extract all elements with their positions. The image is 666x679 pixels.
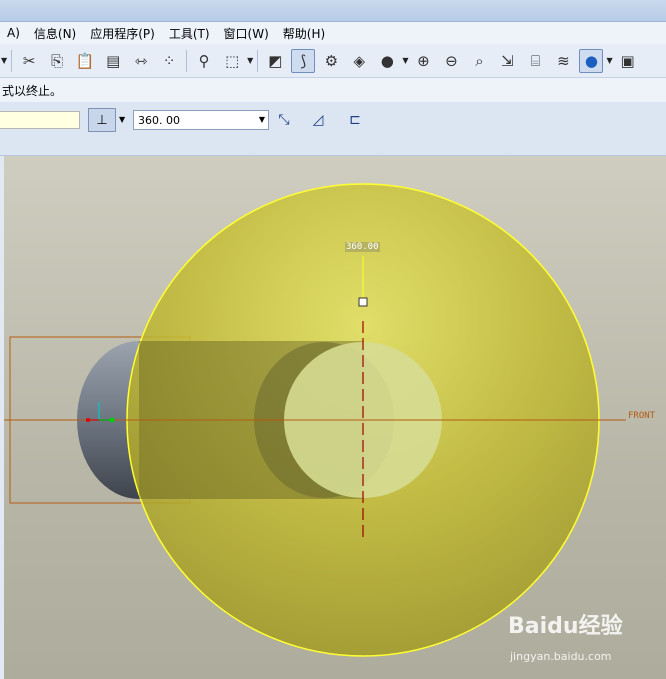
toolbar-separator — [11, 49, 13, 72]
menu-item-analysis[interactable]: A) — [0, 26, 27, 40]
surface-icon[interactable]: ◿ — [308, 110, 328, 130]
layer-icon[interactable]: ≋ — [551, 49, 575, 73]
shade-icon[interactable]: ● — [375, 49, 399, 73]
pattern-icon[interactable]: ⁘ — [157, 49, 181, 73]
copy-icon[interactable]: ⎘ — [45, 49, 69, 73]
menu-item-applications[interactable]: 应用程序(P) — [83, 25, 162, 42]
axis-collector-field[interactable] — [0, 111, 80, 129]
revolve-dashboard: ⊥ ▼ 360. 00 ▼ ⤡ ◿ ⊏ — [0, 102, 666, 156]
flip-direction-icon[interactable]: ⤡ — [274, 110, 294, 130]
menu-item-tools[interactable]: 工具(T) — [162, 25, 217, 42]
angle-input[interactable]: 360. 00 ▼ — [133, 110, 269, 130]
sketch-icon[interactable]: ⊏ — [345, 110, 365, 130]
paste-special-icon[interactable]: ▤ — [101, 49, 125, 73]
select-box-icon[interactable]: ⬚ — [220, 49, 244, 73]
annotation-icon[interactable]: ⌸ — [523, 49, 547, 73]
csys-x-dot — [86, 418, 90, 422]
datum-display-icon[interactable]: ◩ — [263, 49, 287, 73]
message-area: 式以终止。 — [0, 78, 666, 102]
main-toolbar: ▼ ✂ ⎘ 📋 ▤ ⇿ ⁘ ⚲ ⬚ ▼ ◩ ⟆ ⚙ ◈ ● ▼ ⊕ ⊖ ⌕ ⇲ … — [0, 44, 666, 78]
display-style-icon[interactable]: ● — [579, 48, 604, 73]
title-bar — [0, 0, 666, 22]
watermark-url: jingyan.baidu.com — [510, 650, 612, 663]
graphics-viewport[interactable]: FRONT 360.00 — [0, 156, 666, 679]
find-icon[interactable]: ⚲ — [192, 49, 216, 73]
toolbar-separator — [186, 49, 188, 72]
toolbar-separator — [257, 49, 259, 72]
paste-icon[interactable]: 📋 — [73, 49, 97, 73]
front-datum-label: FRONT — [628, 411, 656, 421]
message-text: 式以终止。 — [2, 83, 63, 98]
mirror-icon[interactable]: ⇿ — [129, 49, 153, 73]
dropdown-arrow-icon[interactable]: ▼ — [259, 115, 265, 124]
baidu-watermark: Baidu经验 jingyan.baidu.com — [508, 608, 658, 668]
zoom-out-icon[interactable]: ⊖ — [439, 49, 463, 73]
appearance-icon[interactable]: ◈ — [347, 49, 371, 73]
dropdown-arrow-icon[interactable]: ▼ — [247, 56, 253, 65]
menu-item-info[interactable]: 信息(N) — [27, 25, 83, 42]
dropdown-arrow-icon[interactable]: ▼ — [402, 56, 408, 65]
dropdown-arrow-icon[interactable]: ▼ — [119, 115, 125, 124]
scissors-icon[interactable]: ✂ — [17, 49, 41, 73]
dropdown-arrow-icon[interactable]: ▼ — [1, 56, 7, 65]
angle-value: 360. 00 — [138, 113, 180, 127]
refit-icon[interactable]: ⌕ — [467, 49, 491, 73]
menu-bar: A) 信息(N) 应用程序(P) 工具(T) 窗口(W) 帮助(H) — [0, 22, 666, 44]
csys-origin-dot — [109, 417, 115, 423]
model-canvas — [4, 183, 626, 657]
zoom-in-icon[interactable]: ⊕ — [411, 49, 435, 73]
screenshot-icon[interactable]: ▣ — [616, 49, 640, 73]
saved-view-icon[interactable]: ⚙ — [319, 49, 343, 73]
drag-handle[interactable] — [358, 297, 368, 307]
angle-type-icon[interactable]: ⊥ — [88, 108, 116, 132]
reorient-icon[interactable]: ⇲ — [495, 49, 519, 73]
watermark-logo: Baidu经验 — [508, 614, 623, 639]
menu-item-help[interactable]: 帮助(H) — [276, 25, 332, 42]
menu-item-window[interactable]: 窗口(W) — [217, 25, 276, 42]
spin-center-icon[interactable]: ⟆ — [291, 48, 316, 73]
angle-dimension-label[interactable]: 360.00 — [345, 242, 380, 252]
dropdown-arrow-icon[interactable]: ▼ — [606, 56, 612, 65]
